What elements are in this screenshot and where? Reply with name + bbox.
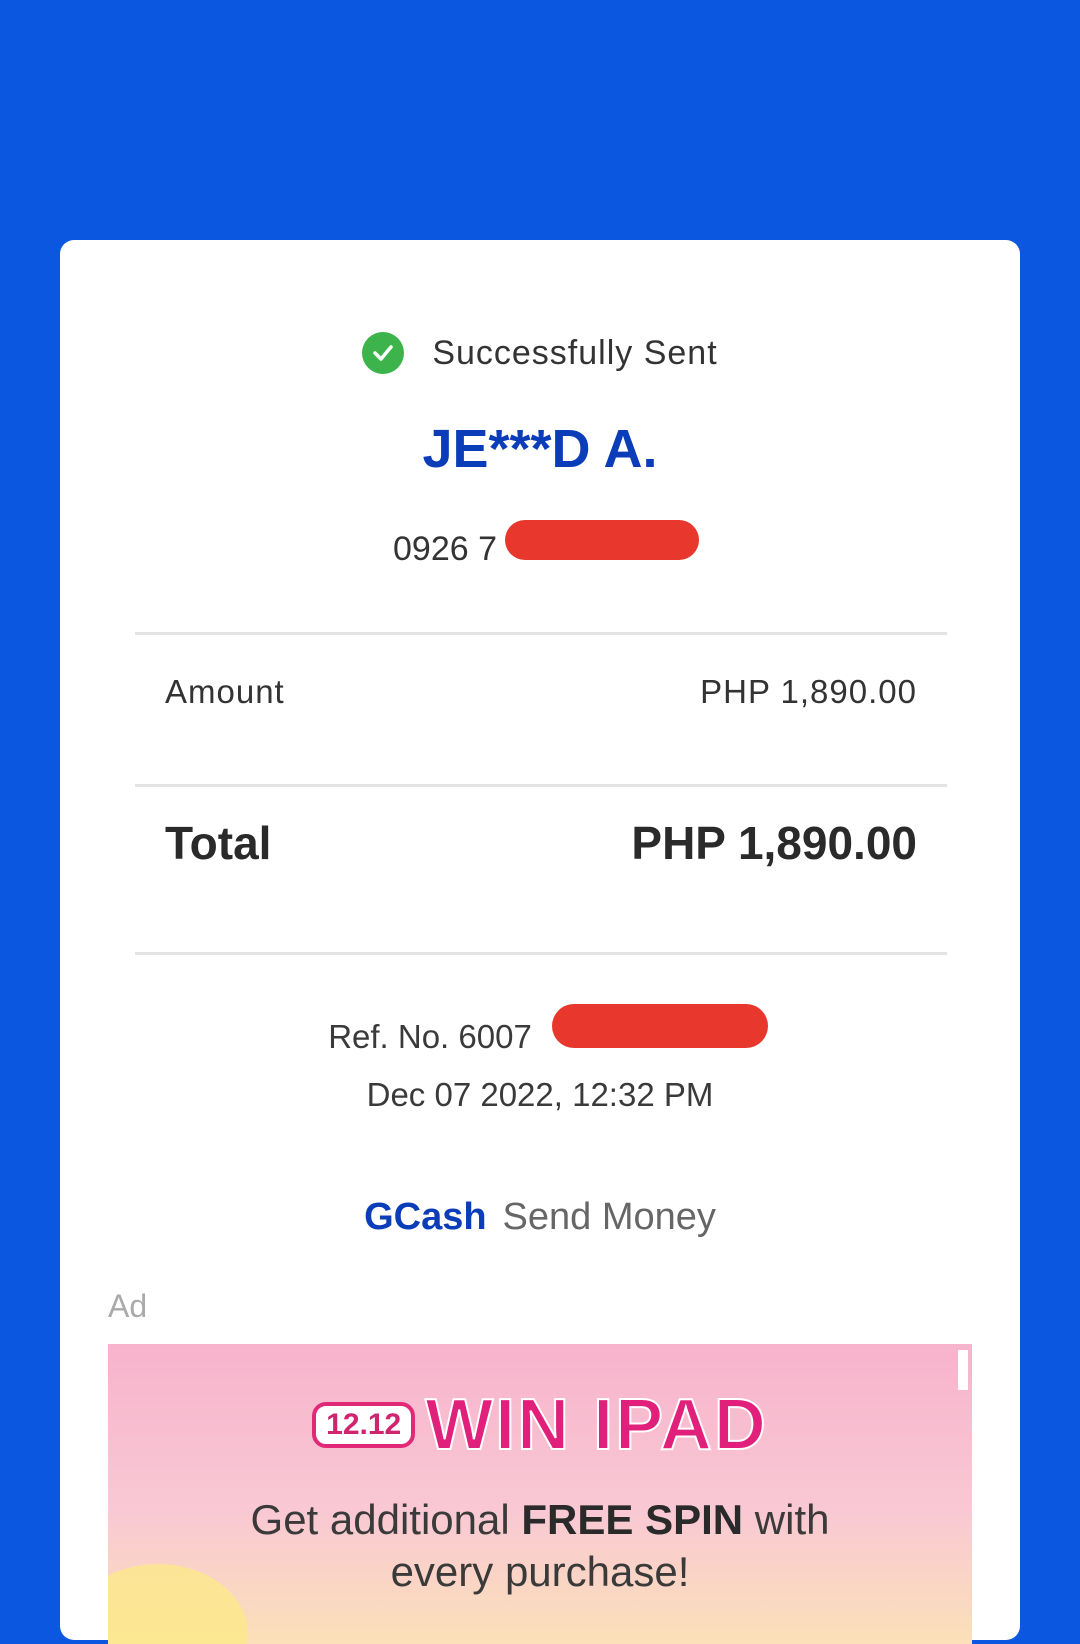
recipient-phone: 0926 7 bbox=[393, 520, 699, 569]
divider bbox=[135, 952, 947, 955]
service-brand: GCash Send Money bbox=[60, 1196, 1020, 1239]
ad-subtitle: Get additional FREE SPIN with every purc… bbox=[108, 1494, 972, 1598]
ad-text: with bbox=[743, 1496, 830, 1543]
ad-banner[interactable]: 12.12 WIN IPAD Get additional FREE SPIN … bbox=[108, 1344, 972, 1644]
total-value: PHP 1,890.00 bbox=[631, 817, 917, 869]
receipt-card: Successfully Sent JE***D A. 0926 7 Amoun… bbox=[60, 240, 1020, 1644]
phone-redaction bbox=[505, 520, 699, 560]
amount-row: Amount PHP 1,890.00 bbox=[165, 664, 917, 720]
gcash-logo: GCash bbox=[364, 1196, 487, 1238]
transaction-datetime: Dec 07 2022, 12:32 PM bbox=[366, 1076, 714, 1113]
divider bbox=[135, 632, 947, 635]
amount-value: PHP 1,890.00 bbox=[700, 673, 917, 710]
ref-redaction bbox=[552, 1004, 769, 1048]
ad-label: Ad bbox=[108, 1288, 148, 1324]
total-label: Total bbox=[165, 817, 272, 869]
status-row: Successfully Sent bbox=[60, 332, 1020, 374]
divider bbox=[135, 784, 947, 787]
amount-label: Amount bbox=[165, 673, 285, 710]
ad-text: Get additional bbox=[250, 1496, 522, 1543]
ad-text: every purchase! bbox=[390, 1548, 690, 1595]
reference-number: Ref. No. 6007 bbox=[60, 1004, 1020, 1056]
ref-prefix: Ref. No. 6007 bbox=[328, 1018, 532, 1055]
recipient-name: JE***D A. bbox=[422, 419, 658, 479]
ad-title: WIN IPAD bbox=[424, 1384, 768, 1466]
ad-text-bold: FREE SPIN bbox=[521, 1496, 744, 1543]
service-name: Send Money bbox=[502, 1196, 716, 1238]
total-row: Total PHP 1,890.00 bbox=[165, 808, 917, 878]
phone-prefix: 0926 7 bbox=[393, 530, 497, 568]
success-check-icon bbox=[362, 332, 405, 374]
ad-badge: 12.12 bbox=[312, 1402, 416, 1448]
status-text: Successfully Sent bbox=[432, 333, 718, 372]
ad-headline: 12.12 WIN IPAD bbox=[108, 1384, 972, 1466]
